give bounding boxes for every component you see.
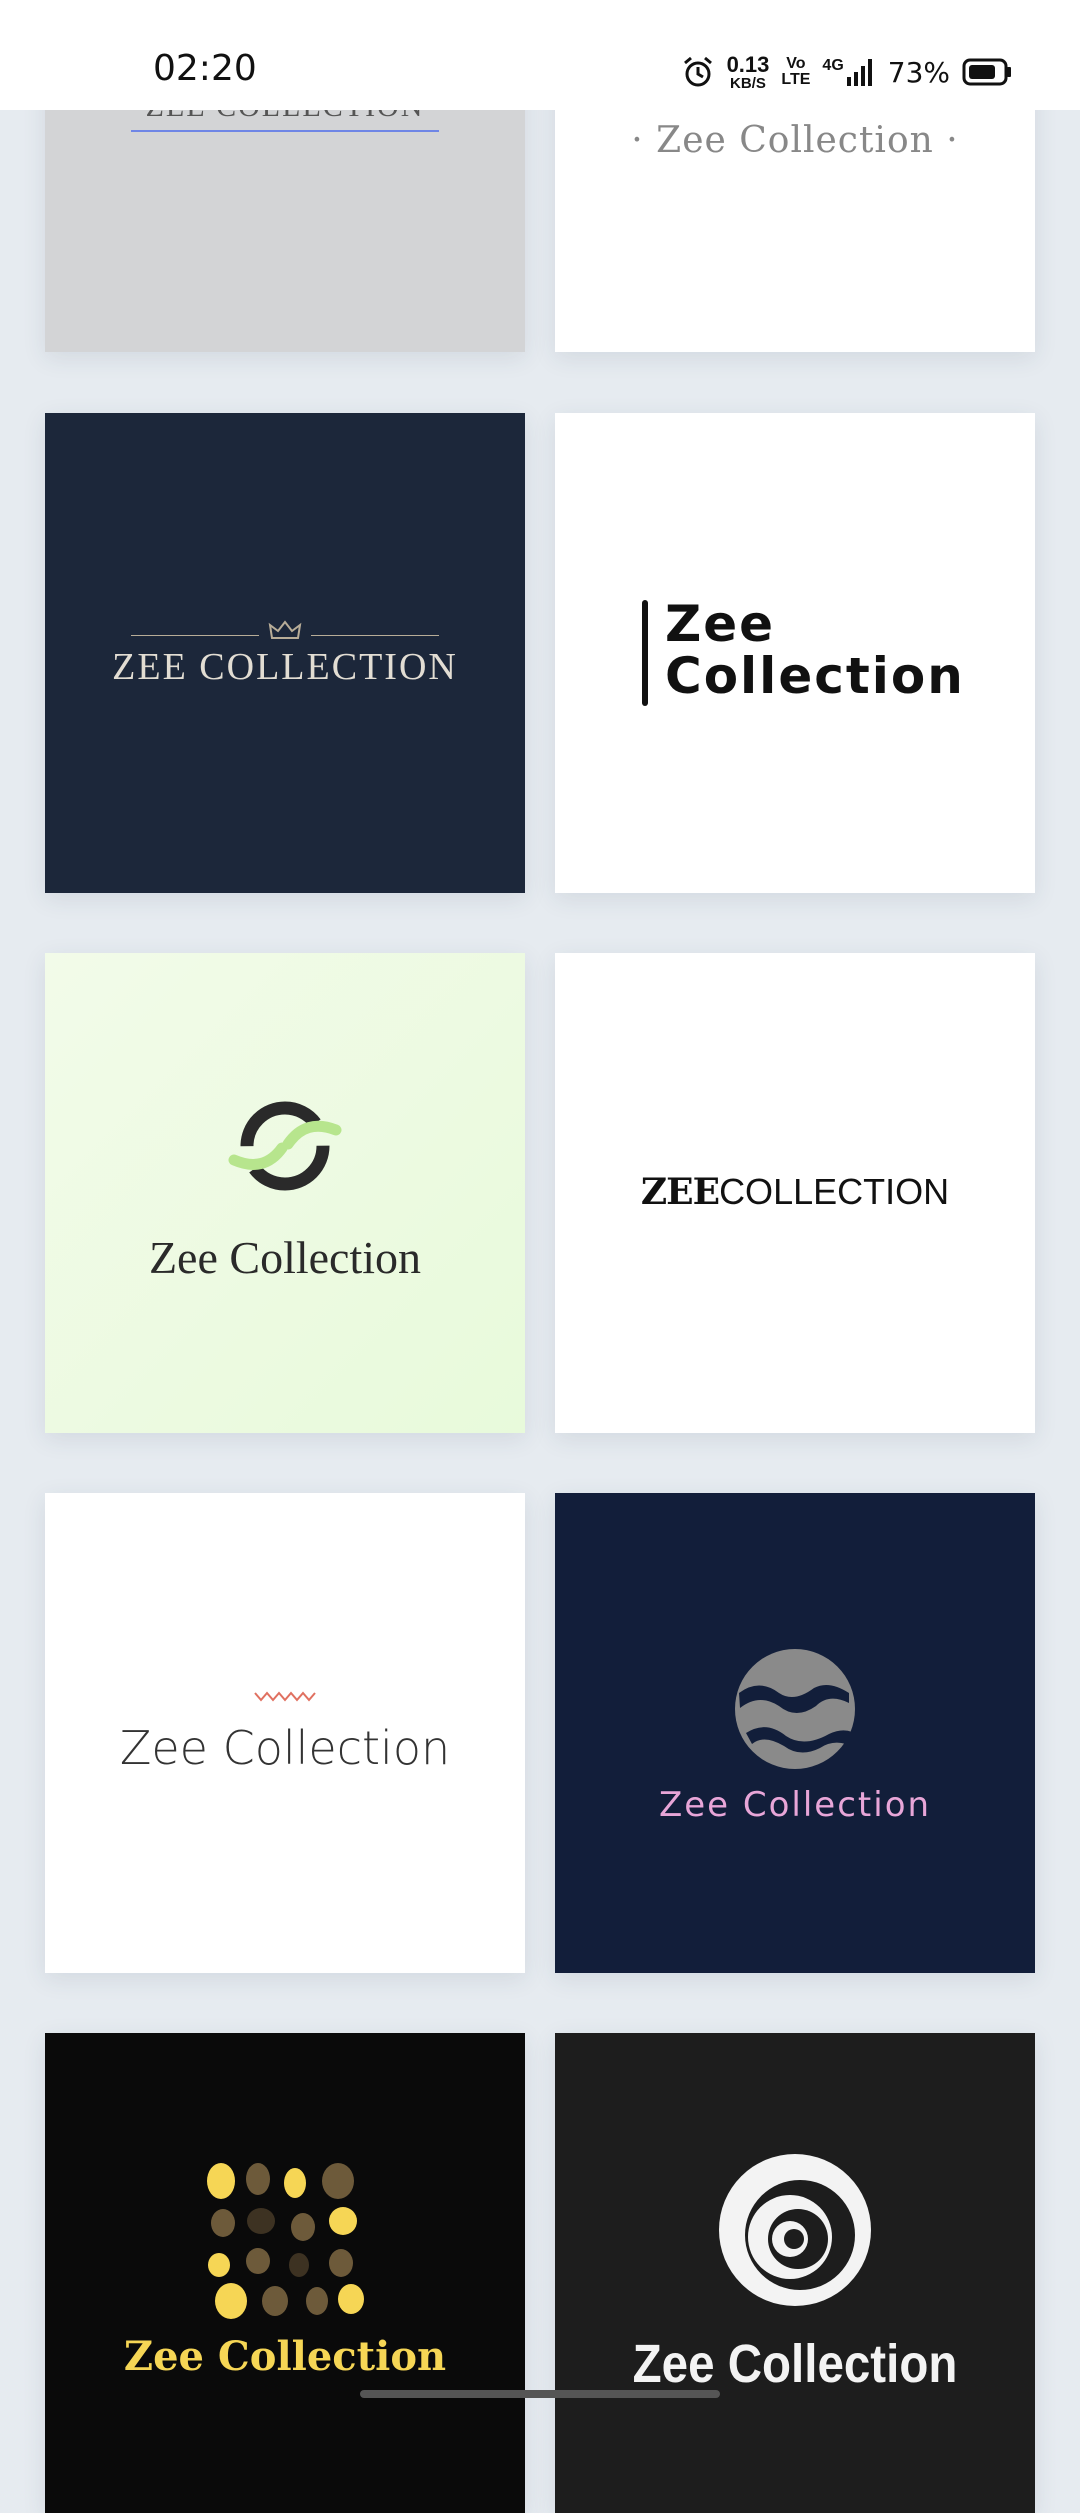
network-speed-value: 0.13 xyxy=(726,51,770,77)
logo-card[interactable]: Zee Collection xyxy=(45,953,525,1433)
logo-text: Zee Collection xyxy=(632,2334,958,2394)
logo-text-line2: Collection xyxy=(665,647,965,705)
network-speed-unit: KB/S xyxy=(730,74,766,92)
logo-text: Zee Collection xyxy=(658,1785,932,1825)
status-time: 02:20 xyxy=(153,48,257,89)
battery-icon xyxy=(962,58,1011,86)
status-icons: 0.13 KB/S Vo LTE 4G 73% xyxy=(681,50,1012,94)
divider-line xyxy=(311,635,439,636)
home-indicator[interactable] xyxy=(360,2390,720,2398)
signal-type: 4G xyxy=(822,57,844,74)
volte-indicator: Vo LTE xyxy=(781,56,810,88)
logo-text: Zee Collection xyxy=(665,598,965,702)
logo-text: Zee Collection xyxy=(119,1721,451,1775)
logo-card[interactable]: Zee Collection xyxy=(45,2033,525,2513)
signal-bars-icon xyxy=(846,59,872,86)
logo-text: · Zee Collection · xyxy=(631,120,959,161)
logo-text: Zee Collection xyxy=(148,1232,422,1283)
cycle-arrows-icon xyxy=(228,1101,342,1191)
logo-text-bold: ZEE xyxy=(640,1171,720,1213)
volte-bottom: LTE xyxy=(781,71,811,88)
divider-line xyxy=(131,635,259,636)
planet-icon xyxy=(735,1649,855,1769)
wave-icon xyxy=(254,1691,316,1702)
logo-text: ZEE COLLECTION xyxy=(112,646,458,688)
logo-card[interactable]: ZEECOLLECTION xyxy=(555,953,1035,1433)
signal-indicator: 4G xyxy=(822,57,875,87)
crown-icon xyxy=(268,620,302,639)
logo-bar xyxy=(642,600,648,706)
logo-card[interactable]: ZEE COLLECTION xyxy=(45,413,525,893)
spiral-icon xyxy=(719,2154,871,2306)
battery-percent: 73% xyxy=(887,55,950,89)
logo-text-regular: COLLECTION xyxy=(719,1171,950,1212)
alarm-icon xyxy=(683,56,712,87)
logo-underline xyxy=(131,130,439,132)
logo-grid: ZEE COLLECTION · Zee Collection · ZEE CO… xyxy=(0,0,1080,2513)
logo-text-line1: Zee xyxy=(665,595,776,653)
logo-card[interactable]: Zee Collection xyxy=(555,1493,1035,1973)
volte-top: Vo xyxy=(786,55,806,72)
logo-text: ZEECOLLECTION xyxy=(555,1171,1035,1213)
paint-strokes-icon xyxy=(207,2163,364,2319)
logo-card[interactable]: Zee Collection xyxy=(45,1493,525,1973)
status-bar: 02:20 0.13 KB/S Vo LTE 4G 73% xyxy=(0,0,1080,110)
logo-text: Zee Collection xyxy=(123,2333,447,2380)
logo-card[interactable]: Zee Collection xyxy=(555,413,1035,893)
logo-card[interactable]: Zee Collection xyxy=(555,2033,1035,2513)
network-speed: 0.13 KB/S xyxy=(726,51,770,92)
